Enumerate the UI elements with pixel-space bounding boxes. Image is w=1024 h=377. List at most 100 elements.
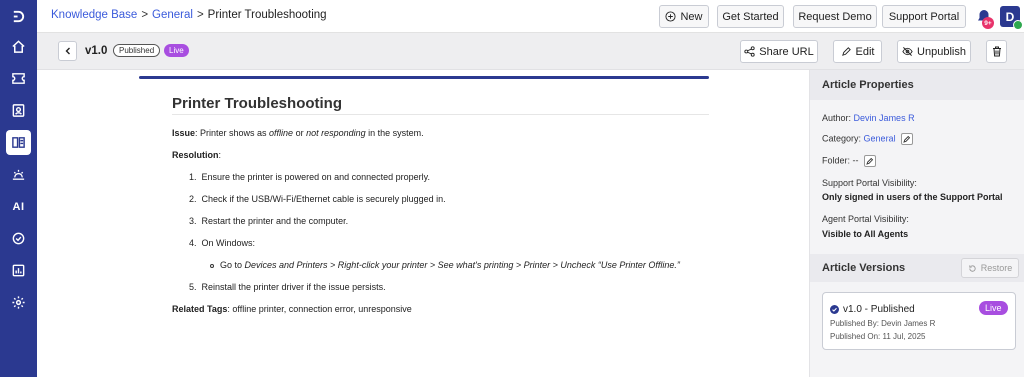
step-number: 2. <box>189 194 197 204</box>
breadcrumb-separator: > <box>141 9 149 21</box>
support-portal-button[interactable]: Support Portal <box>882 5 966 28</box>
version-published-by: Published By: Devin James R <box>830 319 936 328</box>
unpublish-button[interactable]: Unpublish <box>897 40 971 63</box>
resolution-steps-continued: 5. Reinstall the printer driver if the i… <box>172 283 712 292</box>
trash-icon <box>992 46 1001 57</box>
knowledge-base-icon[interactable] <box>6 130 31 155</box>
folder-row: Folder: -- <box>822 155 877 167</box>
substep-path: Devices and Printers > Right-click your … <box>244 260 680 270</box>
edit-button-label: Edit <box>855 45 875 58</box>
list-item: 5. Reinstall the printer driver if the i… <box>189 283 712 292</box>
breadcrumb-knowledge-base[interactable]: Knowledge Base <box>51 9 137 21</box>
get-started-button[interactable]: Get Started <box>717 5 784 28</box>
step-number: 5. <box>189 282 197 292</box>
support-visibility-value: Only signed in users of the Support Port… <box>822 192 1003 202</box>
support-visibility-text: Only signed in users of the Support Port… <box>822 192 1003 202</box>
step-number: 4. <box>189 238 197 248</box>
step-text: On Windows: <box>201 238 256 248</box>
unpublish-button-label: Unpublish <box>917 45 966 58</box>
reports-icon[interactable] <box>6 258 31 283</box>
version-published-on: Published On: 11 Jul, 2025 <box>830 332 926 341</box>
back-button[interactable] <box>58 41 77 61</box>
article-properties-heading: Article Properties <box>810 70 1024 100</box>
support-visibility-label: Support Portal Visibility: <box>822 178 917 188</box>
title-divider <box>172 114 709 115</box>
automation-icon[interactable] <box>6 162 31 187</box>
issue-text: in the system. <box>365 128 424 138</box>
restore-button[interactable]: Restore <box>961 258 1019 278</box>
resolution-steps: 1. Ensure the printer is powered on and … <box>172 173 712 248</box>
author-label: Author: <box>822 113 852 123</box>
issue-label: Issue <box>172 128 196 138</box>
step-number: 1. <box>189 172 197 182</box>
new-button[interactable]: New <box>659 5 709 28</box>
edit-category-pencil-icon[interactable] <box>901 133 914 145</box>
step-text: Ensure the printer is powered on and con… <box>201 172 430 182</box>
agent-visibility-value: Visible to All Agents <box>822 229 908 239</box>
breadcrumb-current: Printer Troubleshooting <box>207 9 327 21</box>
bullet-icon <box>210 263 214 268</box>
step-text: Reinstall the printer driver if the issu… <box>201 282 386 292</box>
notification-count-badge: 9+ <box>982 17 994 29</box>
tasks-icon[interactable] <box>6 226 31 251</box>
pencil-icon <box>841 47 851 56</box>
resolution-heading: Resolution: <box>172 150 222 160</box>
edit-button[interactable]: Edit <box>833 40 882 63</box>
request-demo-button[interactable]: Request Demo <box>793 5 877 28</box>
author-link[interactable]: Devin James R <box>854 113 915 123</box>
share-url-button[interactable]: Share URL <box>740 40 818 63</box>
step-text: Restart the printer and the computer. <box>201 216 349 226</box>
article-toolbar: v1.0 Published Live Share URL Edit Unpub… <box>37 33 1024 70</box>
get-started-label: Get Started <box>722 10 779 23</box>
list-item: 1. Ensure the printer is powered on and … <box>189 173 712 182</box>
chevron-left-icon <box>65 47 70 55</box>
home-icon[interactable] <box>6 34 31 59</box>
share-icon <box>744 46 755 57</box>
published-status-pill: Published <box>113 44 161 57</box>
delete-button[interactable] <box>986 40 1007 63</box>
tickets-icon[interactable] <box>6 66 31 91</box>
app-root: AI Knowledge Base > General > Printer Troubl… <box>0 0 1024 377</box>
list-item: 2. Check if the USB/Wi-Fi/Ethernet cable… <box>189 195 712 204</box>
app-logo-icon[interactable] <box>6 4 31 29</box>
check-circle-icon <box>830 305 839 314</box>
ai-assistant-icon[interactable]: AI <box>6 194 31 219</box>
version-live-pill: Live <box>979 301 1008 315</box>
breadcrumb-general[interactable]: General <box>152 9 193 21</box>
settings-gear-icon[interactable] <box>6 290 31 315</box>
sub-list-item: Go to Devices and Printers > Right-click… <box>210 261 712 270</box>
contacts-icon[interactable] <box>6 98 31 123</box>
article-properties-panel: Article Properties Author: Devin James R… <box>809 70 1024 377</box>
online-status-icon <box>1013 20 1023 30</box>
left-nav-rail: AI <box>0 0 37 377</box>
category-label: Category: <box>822 133 862 144</box>
category-link[interactable]: General <box>864 133 896 143</box>
request-demo-label: Request Demo <box>798 10 872 23</box>
related-tags-label: Related Tags <box>172 304 228 314</box>
article-body: Issue: Printer shows as offline or not r… <box>172 129 712 327</box>
issue-emphasis: not responding <box>306 128 366 138</box>
version-card-title: v1.0 - Published <box>830 304 915 315</box>
issue-text: or <box>293 128 307 138</box>
version-label: v1.0 <box>85 45 108 57</box>
restore-label: Restore <box>980 263 1013 273</box>
new-button-label: New <box>680 10 703 23</box>
breadcrumb-separator: > <box>196 9 204 21</box>
share-url-label: Share URL <box>759 45 814 58</box>
step-text: Check if the USB/Wi-Fi/Ethernet cable is… <box>201 194 446 204</box>
related-tags-paragraph: Related Tags: offline printer, connectio… <box>172 305 712 314</box>
issue-emphasis: offline <box>269 128 294 138</box>
live-status-pill: Live <box>164 44 189 57</box>
substep-text: Go to <box>220 260 245 270</box>
plus-circle-icon <box>665 11 677 22</box>
agent-visibility-text: Visible to All Agents <box>822 229 909 239</box>
edit-folder-pencil-icon[interactable] <box>864 155 877 167</box>
article-top-accent-line <box>139 76 709 79</box>
article-content: Printer Troubleshooting Issue: Printer s… <box>37 70 809 377</box>
issue-paragraph: Issue: Printer shows as offline or not r… <box>172 129 712 138</box>
support-portal-label: Support Portal <box>888 10 960 23</box>
agent-visibility-label: Agent Portal Visibility: <box>822 214 909 224</box>
top-bar: Knowledge Base > General > Printer Troublesh… <box>37 0 1024 33</box>
version-card[interactable]: v1.0 - Published Live Published By: Devi… <box>822 292 1016 350</box>
folder-label: Folder: <box>822 155 851 166</box>
